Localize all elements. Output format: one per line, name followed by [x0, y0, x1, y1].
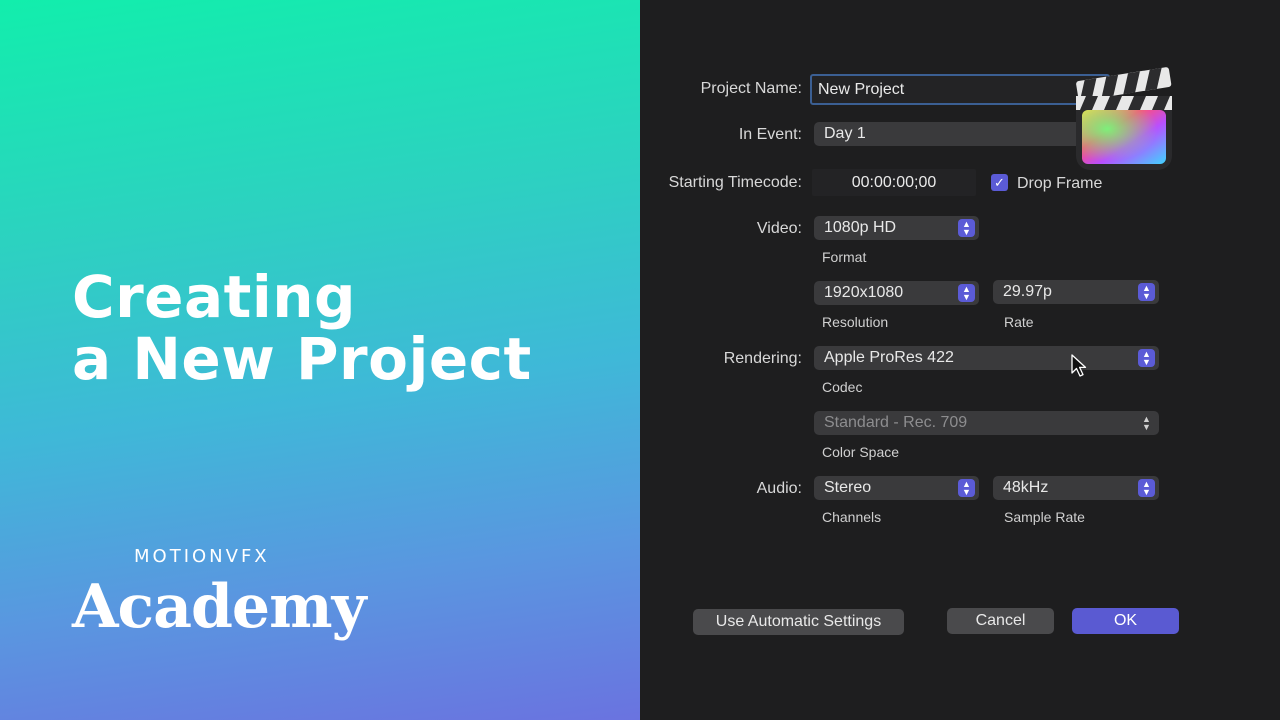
rendering-label: Rendering: — [723, 350, 802, 367]
brand-logo-text: MOTIONVFX — [134, 546, 270, 567]
codec-value: Apple ProRes 422 — [824, 349, 954, 366]
up-down-chevron-icon: ▲ ▼ — [958, 284, 975, 302]
rate-caption: Rate — [1004, 314, 1034, 330]
promo-title-line-1: Creating — [72, 263, 357, 331]
promo-title: Creating a New Project — [72, 266, 532, 390]
video-label: Video: — [756, 220, 802, 237]
drop-frame-checkbox[interactable]: ✓ — [991, 174, 1008, 191]
project-name-label: Project Name: — [700, 80, 802, 97]
format-popup[interactable]: 1080p HD ▲ ▼ — [814, 216, 979, 240]
academy-logo-text: Academy — [72, 572, 366, 642]
resolution-value: 1920x1080 — [824, 284, 904, 301]
in-event-label: In Event: — [738, 126, 802, 143]
final-cut-pro-icon — [1076, 67, 1172, 170]
starting-timecode-input[interactable]: 00:00:00;00 — [812, 169, 976, 196]
rate-popup[interactable]: 29.97p ▲ ▼ — [993, 280, 1159, 304]
drop-frame-label: Drop Frame — [1017, 175, 1103, 192]
ok-button[interactable]: OK — [1072, 608, 1179, 634]
color-space-caption: Color Space — [822, 444, 900, 460]
checkmark-icon: ✓ — [994, 175, 1005, 190]
starting-timecode-value: 00:00:00;00 — [851, 174, 937, 191]
format-value: 1080p HD — [824, 219, 897, 236]
up-down-chevron-icon: ▲ ▼ — [1138, 349, 1155, 367]
up-down-chevron-icon: ▲ ▼ — [1138, 283, 1155, 301]
project-name-value: New Project — [818, 81, 905, 98]
up-down-chevron-icon: ▲ ▼ — [1142, 414, 1151, 432]
in-event-popup[interactable]: Day 1 — [814, 122, 1104, 146]
audio-label: Audio: — [756, 480, 802, 497]
color-space-value: Standard - Rec. 709 — [824, 414, 968, 431]
codec-caption: Codec — [822, 379, 863, 395]
resolution-popup[interactable]: 1920x1080 ▲ ▼ — [814, 281, 979, 305]
channels-popup[interactable]: Stereo ▲ ▼ — [814, 476, 979, 500]
project-name-input[interactable]: New Project — [810, 74, 1110, 105]
sample-rate-caption: Sample Rate — [1004, 509, 1085, 525]
promo-title-line-2: a New Project — [72, 325, 532, 393]
color-space-popup[interactable]: Standard - Rec. 709 ▲ ▼ — [814, 411, 1159, 435]
channels-value: Stereo — [824, 479, 872, 496]
use-automatic-settings-button[interactable]: Use Automatic Settings — [693, 609, 904, 635]
channels-caption: Channels — [822, 509, 882, 525]
up-down-chevron-icon: ▲ ▼ — [958, 479, 975, 497]
up-down-chevron-icon: ▲ ▼ — [1138, 479, 1155, 497]
format-caption: Format — [822, 249, 867, 265]
starting-timecode-label: Starting Timecode: — [668, 174, 802, 191]
resolution-caption: Resolution — [822, 314, 889, 330]
rate-value: 29.97p — [1003, 283, 1052, 300]
sample-rate-popup[interactable]: 48kHz ▲ ▼ — [993, 476, 1159, 500]
in-event-value: Day 1 — [824, 125, 866, 142]
mouse-pointer-icon — [1071, 354, 1087, 377]
promo-panel: Creating a New Project MOTIONVFX Academy — [0, 0, 640, 720]
sample-rate-value: 48kHz — [1003, 479, 1049, 496]
up-down-chevron-icon: ▲ ▼ — [958, 219, 975, 237]
codec-popup[interactable]: Apple ProRes 422 ▲ ▼ — [814, 346, 1159, 370]
cancel-button[interactable]: Cancel — [947, 608, 1054, 634]
